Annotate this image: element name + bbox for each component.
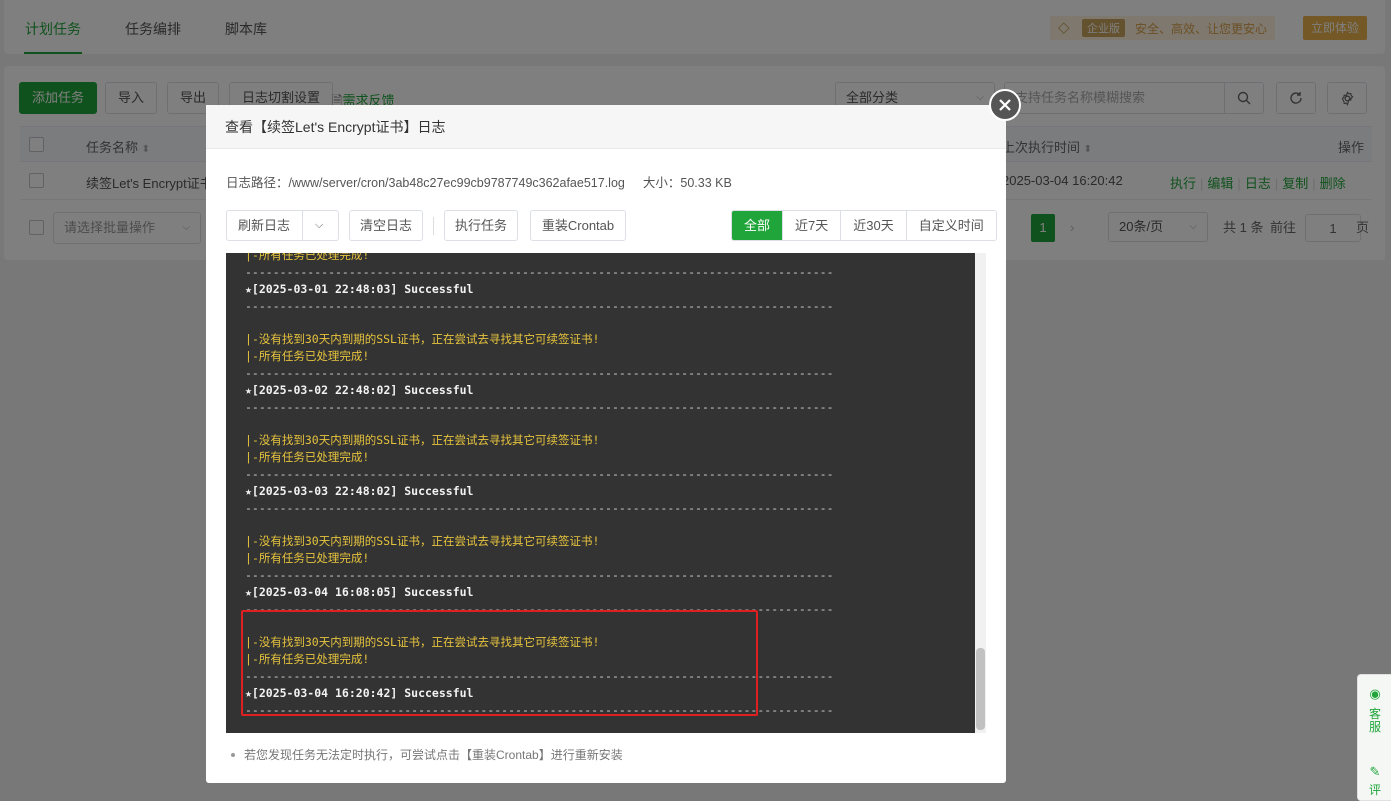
refresh-log-label: 刷新日志 [238,218,291,233]
log-line: ----------------------------------------… [245,264,834,279]
edit-icon: ✎ [1369,764,1381,779]
log-line: |-没有找到30天内到期的SSL证书，正在尝试去寻找其它可续签证书! [245,433,600,448]
review-button[interactable]: 评 [1358,784,1391,797]
log-console[interactable]: |-所有任务已处理完成! ----------------------------… [226,253,986,733]
refresh-log-button[interactable]: 刷新日志 ⌵ [226,210,339,241]
log-line: |-所有任务已处理完成! [245,551,370,566]
range-7-days[interactable]: 近7天 [782,211,841,240]
log-line: ----------------------------------------… [245,399,834,414]
log-line: ★[2025-03-02 22:48:02] Successful [245,382,474,397]
log-line: ★[2025-03-04 16:08:05] Successful [245,584,474,599]
time-range-selector: 全部 近7天 近30天 自定义时间 [731,210,997,241]
log-bar-marker: | [245,433,252,448]
close-icon [999,99,1011,111]
log-path: 日志路径：/www/server/cron/3ab48c27ec99cb9787… [226,176,625,190]
log-line: ★[2025-03-03 22:48:02] Successful [245,483,474,498]
log-line: |-所有任务已处理完成! [245,450,370,465]
log-line: ----------------------------------------… [245,365,834,380]
customer-service-button[interactable]: 客服 [1358,708,1391,734]
log-bar-marker: | [245,253,252,262]
range-custom[interactable]: 自定义时间 [905,211,996,240]
chevron-down-icon[interactable]: ⌵ [315,211,323,240]
log-bar-marker: | [245,534,252,549]
log-line: ★[2025-03-01 22:48:03] Successful [245,281,474,296]
log-line: ----------------------------------------… [245,298,834,313]
reinstall-tip-text: 若您发现任务无法定时执行，可尝试点击【重装Crontab】进行重新安装 [244,748,623,762]
run-task-button[interactable]: 执行任务 [444,210,518,241]
size-label: 大小： [642,176,681,190]
clear-log-button[interactable]: 清空日志 [349,210,423,241]
reinstall-crontab-button[interactable]: 重装Crontab [530,210,626,241]
log-line: ----------------------------------------… [245,500,834,515]
log-line: |-没有找到30天内到期的SSL证书，正在尝试去寻找其它可续签证书! [245,332,600,347]
log-bar-marker: | [245,332,252,347]
log-line: ----------------------------------------… [245,568,834,583]
side-float-panel: ◉ 客服 ✎ 评 [1357,674,1391,801]
log-line: |-没有找到30天内到期的SSL证书，正在尝试去寻找其它可续签证书! [245,534,600,549]
headset-icon: ◉ [1369,686,1381,701]
scrollbar-thumb[interactable] [976,648,985,730]
bullet-icon [231,752,235,757]
close-modal-button[interactable] [989,89,1021,121]
toolbar-divider [433,217,434,235]
log-line: |-所有任务已处理完成! [245,349,370,364]
log-line: ----------------------------------------… [245,466,834,481]
range-30-days[interactable]: 近30天 [840,211,906,240]
log-modal: 查看【续签Let's Encrypt证书】日志 日志路径：/www/server… [206,105,1006,783]
log-line: |-所有任务已处理完成! [245,253,972,264]
range-all[interactable]: 全部 [732,211,783,240]
highlight-box [241,610,758,716]
reinstall-tip: 若您发现任务无法定时执行，可尝试点击【重装Crontab】进行重新安装 [231,746,623,763]
log-bar-marker: | [245,551,252,566]
log-bar-marker: | [245,349,252,364]
scrollbar[interactable] [975,253,986,733]
modal-title: 查看【续签Let's Encrypt证书】日志 [206,105,1006,149]
log-bar-marker: | [245,450,252,465]
size-value: 50.33 KB [680,176,732,190]
log-path-info: 日志路径：/www/server/cron/3ab48c27ec99cb9787… [226,172,732,191]
